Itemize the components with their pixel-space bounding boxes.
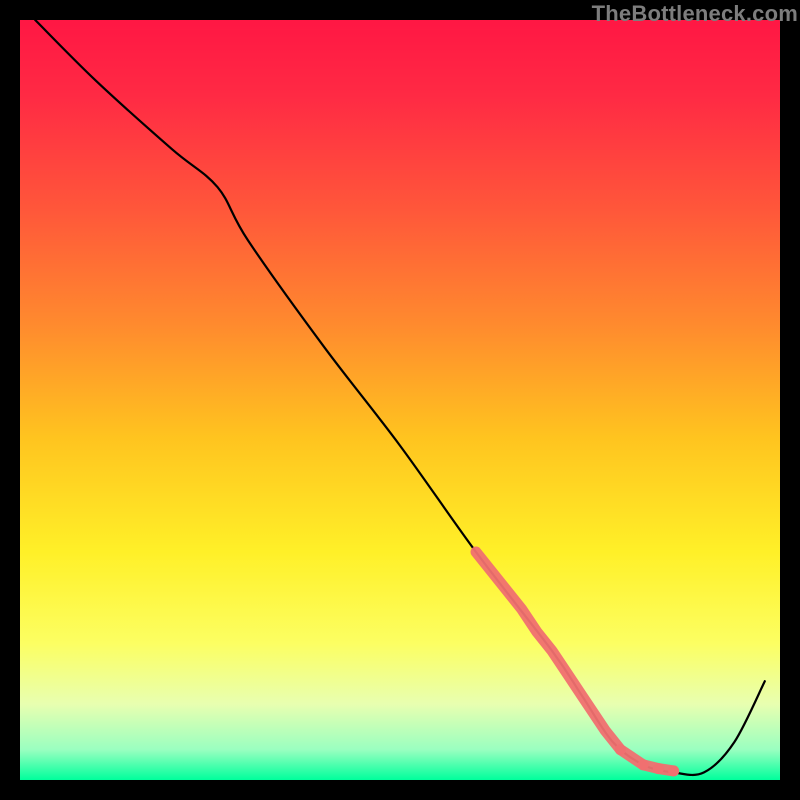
marker-dot <box>638 759 649 770</box>
chart-svg <box>20 20 780 780</box>
chart-background <box>20 20 780 780</box>
chart-frame <box>20 20 780 780</box>
marker-dot <box>668 765 679 776</box>
marker-dot <box>615 744 626 755</box>
marker-dot <box>653 763 664 774</box>
watermark-text: TheBottleneck.com <box>592 1 798 27</box>
